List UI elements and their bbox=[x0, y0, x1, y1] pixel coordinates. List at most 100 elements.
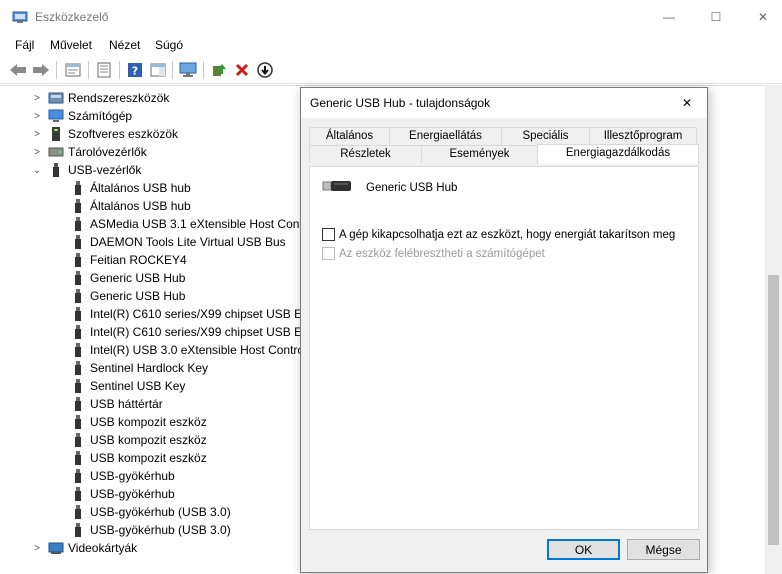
tree-category-usb-controllers[interactable]: ⌄ USB-vezérlők bbox=[32, 161, 141, 179]
update-driver-icon[interactable] bbox=[209, 60, 229, 80]
tree-device-label: Generic USB Hub bbox=[90, 289, 186, 303]
tree-device-label: USB-gyökérhub (USB 3.0) bbox=[90, 505, 231, 519]
tree-category-software-devices[interactable]: > Szoftveres eszközök bbox=[32, 125, 178, 143]
device-name: Generic USB Hub bbox=[366, 181, 458, 194]
tree-device-item[interactable]: Intel(R) USB 3.0 eXtensible Host Control… bbox=[70, 341, 320, 359]
expand-chevron-icon[interactable]: > bbox=[32, 129, 42, 140]
expand-chevron-icon[interactable]: > bbox=[32, 147, 42, 158]
menu-bar: Fájl Művelet Nézet Súgó bbox=[0, 34, 782, 56]
menu-file[interactable]: Fájl bbox=[15, 38, 34, 52]
tree-device-item[interactable]: Sentinel Hardlock Key bbox=[70, 359, 208, 377]
software-device-icon bbox=[48, 126, 64, 142]
device-list-icon[interactable] bbox=[94, 60, 114, 80]
tree-device-label: USB kompozit eszköz bbox=[90, 433, 207, 447]
tree-device-label: USB-gyökérhub bbox=[90, 487, 175, 501]
collapse-chevron-icon[interactable]: ⌄ bbox=[32, 165, 42, 176]
monitor-icon[interactable] bbox=[178, 60, 198, 80]
maximize-button[interactable]: ☐ bbox=[693, 0, 739, 34]
tree-device-item[interactable]: USB-gyökérhub bbox=[70, 485, 175, 503]
scrollbar-thumb[interactable] bbox=[768, 275, 779, 545]
usb-device-icon bbox=[70, 180, 86, 196]
uninstall-icon[interactable] bbox=[232, 60, 252, 80]
tree-device-item[interactable]: Feitian ROCKEY4 bbox=[70, 251, 187, 269]
tree-device-label: Intel(R) USB 3.0 eXtensible Host Control… bbox=[90, 343, 321, 357]
tree-category-system-devices[interactable]: > Rendszereszközök bbox=[32, 89, 169, 107]
allow-turn-off-label: A gép kikapcsolhatja ezt az eszközt, hog… bbox=[339, 228, 676, 241]
expand-chevron-icon[interactable]: > bbox=[32, 543, 42, 554]
menu-view[interactable]: Nézet bbox=[109, 38, 140, 52]
allow-turn-off-checkbox[interactable] bbox=[322, 228, 335, 241]
usb-device-icon bbox=[70, 234, 86, 250]
device-header: Generic USB Hub bbox=[322, 179, 457, 196]
tree-device-label: USB kompozit eszköz bbox=[90, 451, 207, 465]
device-manager-app-icon bbox=[12, 10, 28, 24]
tab-advanced[interactable]: Speciális bbox=[501, 127, 590, 145]
tree-device-item[interactable]: Sentinel USB Key bbox=[70, 377, 185, 395]
tab-driver[interactable]: Illesztőprogram bbox=[589, 127, 697, 145]
dialog-title: Generic USB Hub - tulajdonságok bbox=[310, 96, 491, 110]
tab-power[interactable]: Energiaellátás bbox=[389, 127, 502, 145]
minimize-button[interactable]: — bbox=[646, 0, 692, 34]
tree-category-label: Videokártyák bbox=[68, 541, 138, 555]
tree-category-label: Szoftveres eszközök bbox=[68, 127, 179, 141]
tree-device-item[interactable]: USB háttértár bbox=[70, 395, 163, 413]
ok-button[interactable]: OK bbox=[547, 539, 620, 560]
properties-dialog: Generic USB Hub - tulajdonságok ✕ Általá… bbox=[300, 87, 708, 573]
tree-device-item[interactable]: USB kompozit eszköz bbox=[70, 449, 207, 467]
expand-chevron-icon[interactable]: > bbox=[32, 93, 42, 104]
usb-device-icon bbox=[70, 396, 86, 412]
tab-details[interactable]: Részletek bbox=[309, 145, 422, 163]
display-adapter-icon bbox=[48, 540, 64, 556]
toolbar: ? bbox=[0, 56, 782, 84]
usb-device-icon bbox=[70, 450, 86, 466]
tree-device-item[interactable]: DAEMON Tools Lite Virtual USB Bus bbox=[70, 233, 286, 251]
menu-action[interactable]: Művelet bbox=[50, 38, 92, 52]
tab-events[interactable]: Események bbox=[421, 145, 538, 163]
window-title: Eszközkezelő bbox=[35, 10, 109, 24]
allow-turn-off-option[interactable]: A gép kikapcsolhatja ezt az eszközt, hog… bbox=[322, 228, 675, 241]
usb-device-icon bbox=[322, 179, 354, 196]
menu-help[interactable]: Súgó bbox=[155, 38, 183, 52]
power-management-panel: Generic USB Hub A gép kikapcsolhatja ezt… bbox=[309, 166, 699, 530]
tree-category-display-adapters[interactable]: > Videokártyák bbox=[32, 539, 137, 557]
usb-device-icon bbox=[70, 270, 86, 286]
close-icon: ✕ bbox=[681, 96, 693, 110]
tree-device-item[interactable]: USB-gyökérhub (USB 3.0) bbox=[70, 503, 231, 521]
tree-category-label: Tárolóvezérlők bbox=[68, 145, 147, 159]
tree-device-item[interactable]: USB-gyökérhub bbox=[70, 467, 175, 485]
dialog-close-button[interactable]: ✕ bbox=[679, 95, 695, 111]
expand-chevron-icon[interactable]: > bbox=[32, 111, 42, 122]
tab-power-management[interactable]: Energiagazdálkodás bbox=[537, 144, 699, 164]
tree-device-label: USB-gyökérhub bbox=[90, 469, 175, 483]
tree-category-label: Számítógép bbox=[68, 109, 133, 123]
usb-device-icon bbox=[70, 360, 86, 376]
tree-device-item[interactable]: Általános USB hub bbox=[70, 197, 191, 215]
tree-device-item[interactable]: Általános USB hub bbox=[70, 179, 191, 197]
tree-category-label: USB-vezérlők bbox=[68, 163, 142, 177]
tab-general[interactable]: Általános bbox=[309, 127, 390, 145]
tree-device-item[interactable]: USB kompozit eszköz bbox=[70, 413, 207, 431]
maximize-icon: ☐ bbox=[710, 10, 722, 24]
tree-device-item[interactable]: Generic USB Hub bbox=[70, 287, 185, 305]
usb-device-icon bbox=[70, 414, 86, 430]
close-button[interactable]: ✕ bbox=[740, 0, 782, 34]
tree-device-item[interactable]: Generic USB Hub bbox=[70, 269, 185, 287]
forward-arrow-icon[interactable] bbox=[31, 60, 51, 80]
disable-device-icon[interactable] bbox=[255, 60, 275, 80]
usb-device-icon bbox=[70, 252, 86, 268]
vertical-scrollbar[interactable] bbox=[765, 85, 782, 574]
cancel-button[interactable]: Mégse bbox=[627, 539, 700, 560]
tree-device-label: ASMedia USB 3.1 eXtensible Host Controll… bbox=[90, 217, 330, 231]
usb-device-icon bbox=[70, 342, 86, 358]
tree-category-storage-controllers[interactable]: > Tárolóvezérlők bbox=[32, 143, 147, 161]
usb-device-icon bbox=[70, 306, 86, 322]
help-icon[interactable]: ? bbox=[125, 60, 145, 80]
tree-device-item[interactable]: USB kompozit eszköz bbox=[70, 431, 207, 449]
properties-icon[interactable] bbox=[63, 60, 83, 80]
tree-device-item[interactable]: ASMedia USB 3.1 eXtensible Host Controll… bbox=[70, 215, 329, 233]
allow-wake-option: Az eszköz felébresztheti a számítógépet bbox=[322, 247, 545, 260]
tree-device-item[interactable]: USB-gyökérhub (USB 3.0) bbox=[70, 521, 231, 539]
tree-category-computer[interactable]: > Számítógép bbox=[32, 107, 132, 125]
action-pane-icon[interactable] bbox=[148, 60, 168, 80]
back-arrow-icon[interactable] bbox=[8, 60, 28, 80]
